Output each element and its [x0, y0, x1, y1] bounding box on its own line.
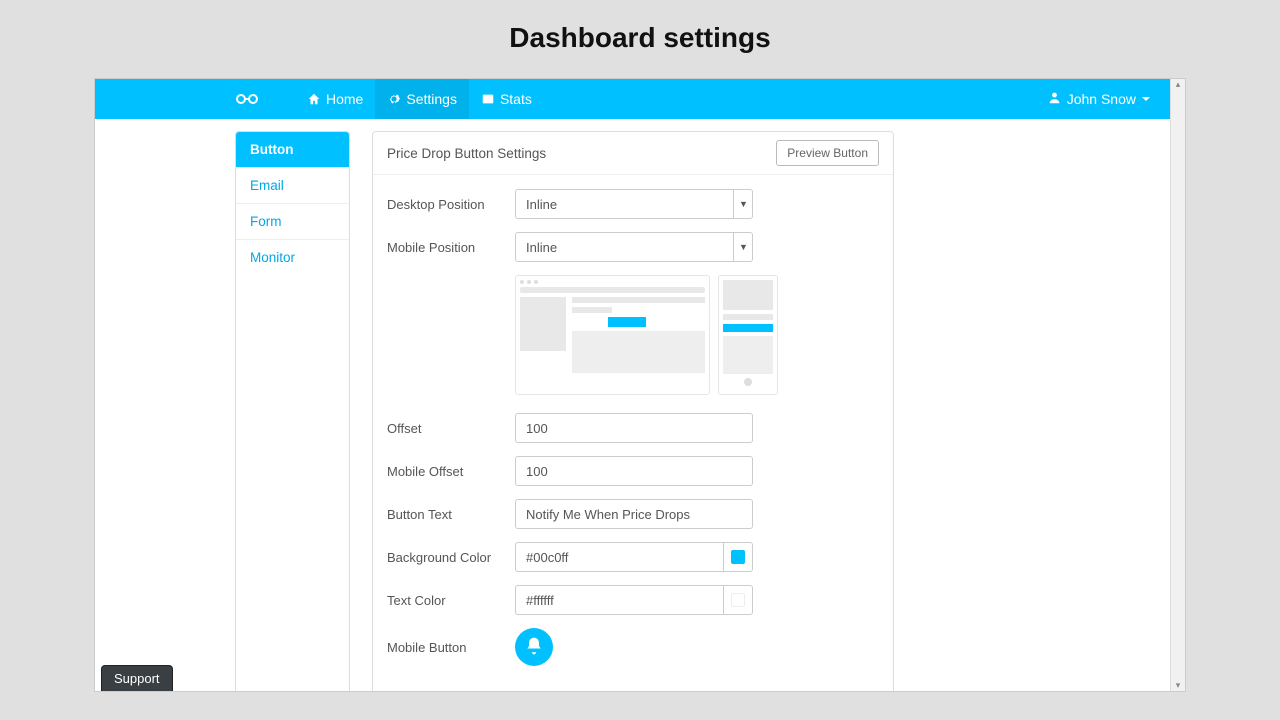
gear-icon	[387, 92, 401, 106]
desktop-position-label: Desktop Position	[387, 197, 515, 212]
user-name: John Snow	[1067, 91, 1136, 107]
desktop-layout-preview	[515, 275, 710, 395]
offset-input[interactable]	[515, 413, 753, 443]
mobile-button-preview	[515, 628, 553, 666]
user-icon	[1048, 91, 1061, 107]
mobile-position-select[interactable]: Inline	[515, 232, 753, 262]
nav-settings[interactable]: Settings	[375, 79, 469, 119]
app-window: Home Settings Stats	[94, 78, 1186, 692]
nav-home-label: Home	[326, 91, 363, 107]
swatch-color	[731, 550, 745, 564]
text-color-input[interactable]	[515, 585, 723, 615]
desktop-position-select[interactable]: Inline	[515, 189, 753, 219]
chevron-down-icon	[1142, 97, 1150, 101]
stats-icon	[481, 92, 495, 106]
page-title: Dashboard settings	[0, 0, 1280, 72]
preview-button[interactable]: Preview Button	[776, 140, 879, 166]
sidebar-item-email[interactable]: Email	[236, 168, 349, 204]
text-color-swatch[interactable]	[723, 585, 753, 615]
settings-panel: Price Drop Button Settings Preview Butto…	[372, 131, 894, 692]
panel-title: Price Drop Button Settings	[387, 146, 546, 161]
background-color-swatch[interactable]	[723, 542, 753, 572]
offset-label: Offset	[387, 421, 515, 436]
support-button[interactable]: Support	[101, 665, 173, 691]
home-icon	[307, 92, 321, 106]
nav-home[interactable]: Home	[295, 79, 375, 119]
nav-settings-label: Settings	[406, 91, 457, 107]
swatch-color	[731, 593, 745, 607]
text-color-label: Text Color	[387, 593, 515, 608]
settings-sidebar: Button Email Form Monitor	[235, 131, 350, 692]
background-color-input[interactable]	[515, 542, 723, 572]
button-text-input[interactable]	[515, 499, 753, 529]
mobile-offset-input[interactable]	[515, 456, 753, 486]
user-menu[interactable]: John Snow	[1048, 91, 1150, 107]
button-text-label: Button Text	[387, 507, 515, 522]
sidebar-item-monitor[interactable]: Monitor	[236, 240, 349, 275]
mobile-offset-label: Mobile Offset	[387, 464, 515, 479]
bell-icon	[524, 636, 544, 659]
background-color-label: Background Color	[387, 550, 515, 565]
scrollbar[interactable]	[1170, 79, 1185, 691]
sidebar-item-form[interactable]: Form	[236, 204, 349, 240]
logo-icon	[235, 88, 259, 111]
sidebar-item-button[interactable]: Button	[236, 132, 349, 168]
mobile-button-label: Mobile Button	[387, 640, 515, 655]
nav-stats[interactable]: Stats	[469, 79, 544, 119]
navbar: Home Settings Stats	[95, 79, 1170, 119]
mobile-position-label: Mobile Position	[387, 240, 515, 255]
mobile-layout-preview	[718, 275, 778, 395]
nav-stats-label: Stats	[500, 91, 532, 107]
